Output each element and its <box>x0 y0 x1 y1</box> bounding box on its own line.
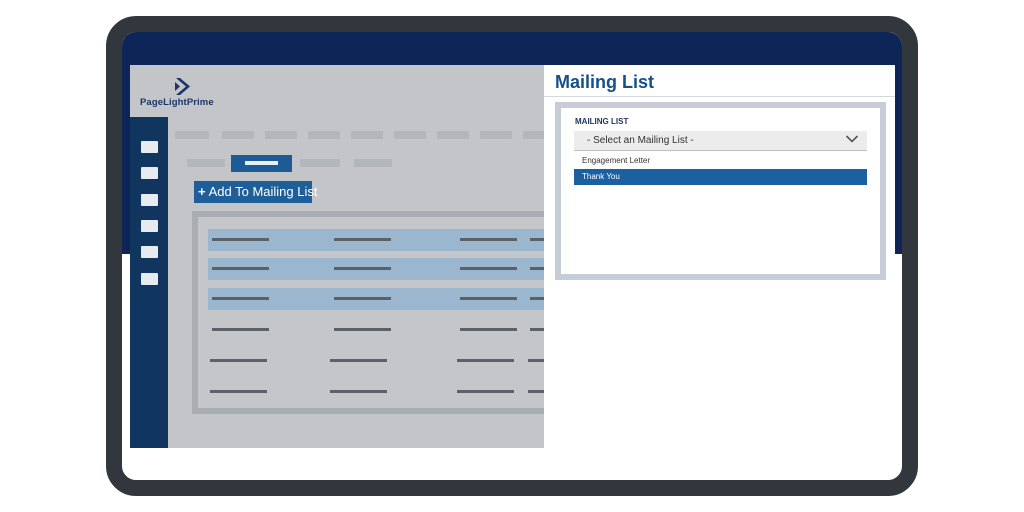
sidebar-item-3[interactable] <box>141 194 158 206</box>
tab-placeholder[interactable] <box>300 159 340 167</box>
mailing-list-panel: Mailing List MAILING LIST - Select an Ma… <box>544 65 895 448</box>
sidebar <box>130 117 168 448</box>
table-row[interactable] <box>208 381 558 403</box>
select-value: - Select an Mailing List - <box>587 135 694 146</box>
panel-divider <box>544 96 895 97</box>
records-table <box>192 211 558 414</box>
table-row[interactable] <box>208 258 558 280</box>
mailing-list-label: MAILING LIST <box>575 117 629 126</box>
add-button-label: Add To Mailing List <box>208 184 318 199</box>
sidebar-item-2[interactable] <box>141 167 158 179</box>
sidebar-item-1[interactable] <box>141 141 158 153</box>
tab-placeholder[interactable] <box>187 159 225 167</box>
toolbar-item[interactable] <box>222 131 254 139</box>
toolbar-item[interactable] <box>175 131 209 139</box>
screen: PageLightPrime + Add To Mailing List Mai… <box>130 65 895 448</box>
tab-active[interactable] <box>231 155 292 172</box>
add-to-mailing-list-button[interactable]: + Add To Mailing List <box>194 181 317 203</box>
app-logo[interactable]: PageLightPrime <box>140 77 220 111</box>
mailing-list-dialog: MAILING LIST - Select an Mailing List - … <box>555 102 886 280</box>
toolbar-item[interactable] <box>308 131 340 139</box>
toolbar-item[interactable] <box>394 131 426 139</box>
sidebar-item-6[interactable] <box>141 273 158 285</box>
logo-chevron-icon <box>175 78 190 95</box>
table-row[interactable] <box>208 319 558 341</box>
toolbar-item[interactable] <box>523 131 544 139</box>
toolbar-item[interactable] <box>437 131 469 139</box>
sidebar-item-4[interactable] <box>141 220 158 232</box>
tab-placeholder[interactable] <box>354 159 392 167</box>
plus-icon: + <box>198 184 206 199</box>
chevron-down-icon[interactable] <box>845 134 859 144</box>
toolbar-item[interactable] <box>480 131 512 139</box>
mailing-list-select[interactable]: - Select an Mailing List - <box>574 131 867 151</box>
table-row[interactable] <box>208 350 558 372</box>
option-engagement-letter[interactable]: Engagement Letter <box>574 153 867 169</box>
panel-title: Mailing List <box>555 72 654 92</box>
table-row[interactable] <box>208 288 558 310</box>
option-thank-you[interactable]: Thank You <box>574 169 867 185</box>
table-row[interactable] <box>208 229 558 251</box>
app-window: PageLightPrime + Add To Mailing List <box>130 65 558 448</box>
sidebar-item-5[interactable] <box>141 246 158 258</box>
logo-text: PageLightPrime <box>140 97 214 108</box>
toolbar-item[interactable] <box>265 131 297 139</box>
toolbar-item[interactable] <box>351 131 383 139</box>
